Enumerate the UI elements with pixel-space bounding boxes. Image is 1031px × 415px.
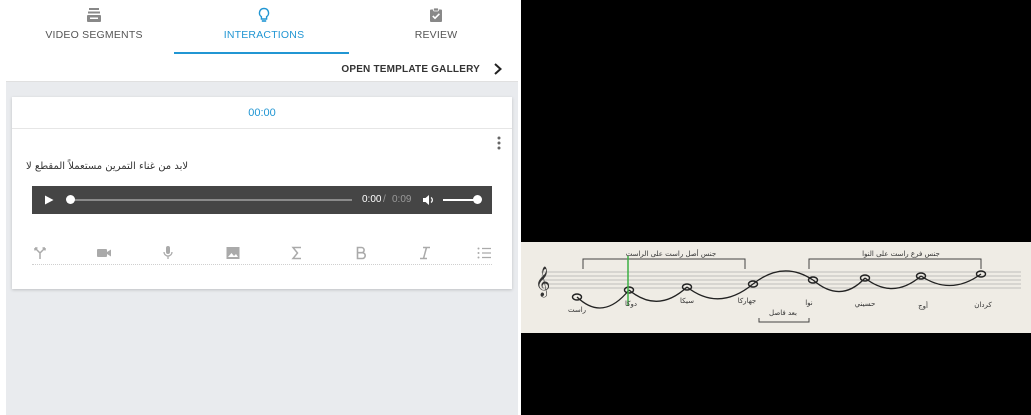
volume-icon[interactable] <box>422 194 435 206</box>
play-icon[interactable] <box>44 195 54 205</box>
italic-icon[interactable] <box>417 245 433 261</box>
duration: 0:09 <box>392 194 412 205</box>
editor-panel: VIDEO SEGMENTS INTERACTIONS REVIEW OPEN … <box>6 0 518 415</box>
more-options-icon[interactable] <box>494 135 504 151</box>
clipboard-check-icon <box>430 7 442 22</box>
music-sheet-frame: 𝄞 جنس أصل راست على الراست جنس فرع راست ع… <box>521 242 1031 333</box>
seek-bar[interactable] <box>70 199 352 201</box>
tab-review[interactable]: REVIEW <box>366 0 506 56</box>
image-icon[interactable] <box>225 245 241 261</box>
tab-bar: VIDEO SEGMENTS INTERACTIONS REVIEW <box>6 0 518 56</box>
note-label-7: أوج <box>918 301 928 310</box>
note-label-3: سيكا <box>680 297 694 305</box>
gallery-bar: OPEN TEMPLATE GALLERY <box>6 56 518 82</box>
list-icon[interactable] <box>476 245 492 261</box>
volume-handle[interactable] <box>473 195 482 204</box>
tab-label: INTERACTIONS <box>223 29 305 41</box>
sigma-icon[interactable] <box>289 245 305 261</box>
note-label-5: نوا <box>805 299 813 307</box>
bottom-label: بعد فاصل <box>769 309 797 317</box>
active-tab-indicator <box>174 52 349 54</box>
video-segments-icon <box>87 8 101 22</box>
audio-player: 0:00 / 0:09 <box>32 186 492 214</box>
chevron-right-icon[interactable] <box>492 62 504 76</box>
video-player[interactable]: 𝄞 جنس أصل راست على الراست جنس فرع راست ع… <box>521 0 1031 415</box>
treble-clef-icon: 𝄞 <box>535 266 550 298</box>
note-label-8: كردان <box>974 301 992 309</box>
volume-slider[interactable] <box>443 199 477 201</box>
microphone-icon[interactable] <box>160 245 176 261</box>
time-separator: / <box>383 194 386 205</box>
bold-icon[interactable] <box>353 245 369 261</box>
interaction-card: 00:00 لابد من غناء التمرين مستعملاً المق… <box>12 97 512 289</box>
music-notation: 𝄞 جنس أصل راست على الراست جنس فرع راست ع… <box>535 249 1021 323</box>
tab-label: VIDEO SEGMENTS <box>45 29 143 41</box>
top-label-2: جنس فرع راست على النوا <box>862 250 940 258</box>
lightbulb-icon <box>258 7 270 22</box>
current-time: 0:00 <box>362 194 382 205</box>
video-camera-icon[interactable] <box>96 245 112 261</box>
open-template-gallery-link[interactable]: OPEN TEMPLATE GALLERY <box>341 64 480 75</box>
question-text[interactable]: لابد من غناء التمرين مستعملاً المقطع لا <box>26 161 188 172</box>
tab-video-segments[interactable]: VIDEO SEGMENTS <box>24 0 164 56</box>
note-label-6: حسيني <box>855 300 876 308</box>
note-label-2: دوكا <box>625 300 637 308</box>
content-toolbar <box>32 245 492 265</box>
tab-label: REVIEW <box>414 29 458 41</box>
note-label-1: راست <box>568 306 586 314</box>
seek-handle[interactable] <box>66 195 75 204</box>
note-label-4: جهاركا <box>738 297 757 305</box>
top-label-1: جنس أصل راست على الراست <box>626 249 716 258</box>
interaction-timestamp[interactable]: 00:00 <box>12 97 512 129</box>
app: VIDEO SEGMENTS INTERACTIONS REVIEW OPEN … <box>0 0 1031 415</box>
tab-interactions[interactable]: INTERACTIONS <box>194 0 334 56</box>
branch-icon[interactable] <box>32 245 48 261</box>
